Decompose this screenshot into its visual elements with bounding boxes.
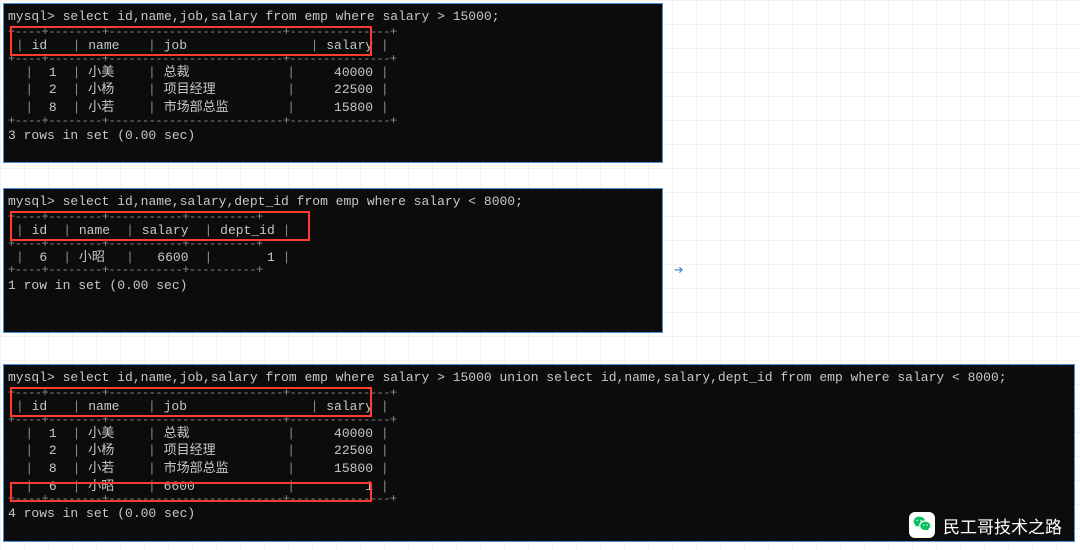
table-row: | 2 | 小杨 | 项目经理 | 22500 | [8, 81, 397, 99]
result-table-2: +----+--------+-----------+----------+ |… [8, 213, 298, 275]
result-table-1: +----+--------+-------------------------… [8, 28, 397, 125]
sql-prompt-2: mysql> select id,name,salary,dept_id fro… [8, 193, 656, 211]
table-row: | 8 | 小若 | 市场部总监 | 15800 | [8, 460, 397, 478]
wechat-icon [909, 512, 935, 538]
watermark-text: 民工哥技术之路 [943, 513, 1062, 538]
status-text-2: 1 row in set (0.00 sec) [8, 277, 656, 295]
status-text-1: 3 rows in set (0.00 sec) [8, 127, 656, 145]
table-row: | 1 | 小美 | 总裁 | 40000 | [8, 64, 397, 82]
terminal-block-2: mysql> select id,name,salary,dept_id fro… [3, 188, 663, 333]
table-row: | 1 | 小美 | 总裁 | 40000 | [8, 425, 397, 443]
table-row: | 2 | 小杨 | 项目经理 | 22500 | [8, 442, 397, 460]
terminal-block-1: mysql> select id,name,job,salary from em… [3, 3, 663, 163]
sql-prompt-1: mysql> select id,name,job,salary from em… [8, 8, 656, 26]
watermark: 民工哥技术之路 [909, 512, 1062, 538]
sql-prompt-3: mysql> select id,name,job,salary from em… [8, 369, 1068, 387]
result-table-3: +----+--------+-------------------------… [8, 389, 397, 504]
arrow-right-icon: ➔ [674, 260, 684, 280]
